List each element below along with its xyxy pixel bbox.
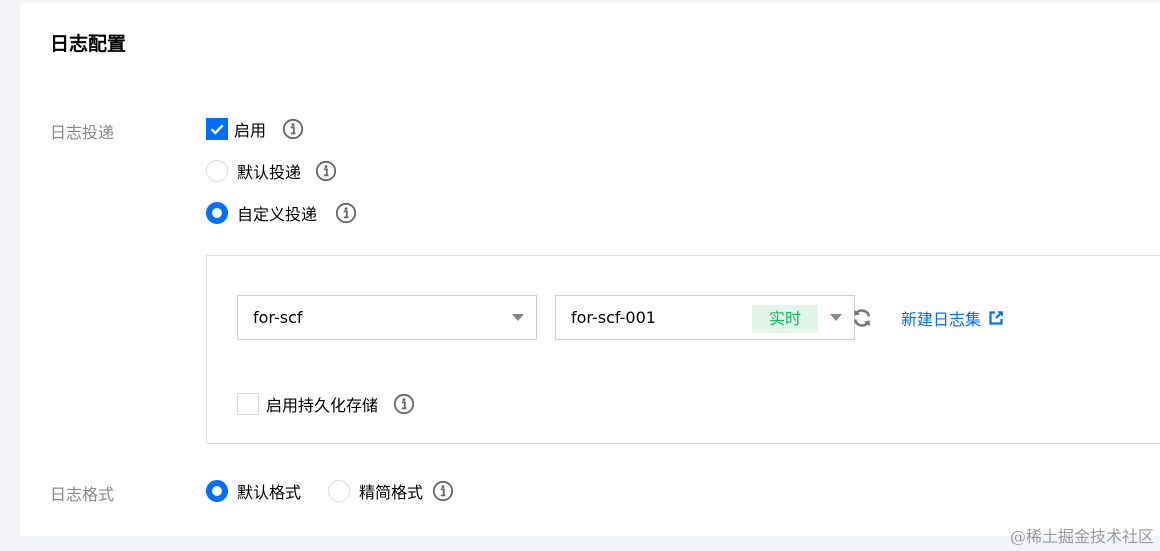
default-format-radio[interactable] bbox=[206, 480, 228, 502]
enable-delivery-checkbox[interactable] bbox=[206, 118, 228, 140]
refresh-icon[interactable] bbox=[850, 306, 874, 330]
info-icon[interactable] bbox=[282, 118, 304, 140]
realtime-tag: 实时 bbox=[751, 305, 818, 333]
create-logset-label: 新建日志集 bbox=[901, 310, 982, 329]
default-delivery-radio[interactable] bbox=[206, 160, 228, 182]
log-format-options: 默认格式 精简格式 bbox=[206, 479, 454, 503]
persistent-storage-option[interactable]: 启用持久化存储 bbox=[237, 392, 415, 416]
default-delivery-label: 默认投递 bbox=[237, 163, 302, 182]
topic-select-value: for-scf-001 bbox=[571, 308, 656, 327]
log-delivery-label: 日志投递 bbox=[50, 123, 115, 142]
info-icon[interactable] bbox=[315, 160, 337, 182]
simple-format-label[interactable]: 精简格式 bbox=[359, 479, 423, 503]
persistent-storage-checkbox[interactable] bbox=[237, 393, 259, 415]
default-format-label[interactable]: 默认格式 bbox=[237, 479, 301, 503]
chevron-down-icon bbox=[830, 313, 842, 321]
info-icon[interactable] bbox=[432, 480, 454, 502]
logset-select-value: for-scf bbox=[253, 308, 303, 327]
external-link-icon bbox=[988, 310, 1004, 326]
custom-delivery-box: for-scf for-scf-001 实时 新建日志集 启用持久化存储 bbox=[206, 255, 1160, 444]
custom-delivery-label: 自定义投递 bbox=[237, 205, 318, 224]
topic-select[interactable]: for-scf-001 实时 bbox=[555, 295, 855, 340]
watermark: @稀土掘金技术社区 bbox=[1009, 527, 1154, 546]
info-icon[interactable] bbox=[335, 202, 357, 224]
enable-delivery-option[interactable]: 启用 bbox=[206, 117, 304, 141]
section-title: 日志配置 bbox=[50, 33, 127, 55]
log-config-panel: 日志配置 日志投递 启用 默认投递 自定义投递 for-scf for-scf- bbox=[20, 3, 1160, 536]
default-delivery-option[interactable]: 默认投递 bbox=[206, 159, 337, 183]
chevron-down-icon bbox=[512, 313, 524, 321]
custom-delivery-radio[interactable] bbox=[206, 202, 228, 224]
simple-format-radio[interactable] bbox=[328, 480, 351, 502]
custom-delivery-option[interactable]: 自定义投递 bbox=[206, 201, 357, 225]
check-icon bbox=[210, 124, 224, 135]
create-logset-link[interactable]: 新建日志集 bbox=[901, 306, 1004, 330]
logset-select[interactable]: for-scf bbox=[237, 295, 537, 340]
persistent-storage-label: 启用持久化存储 bbox=[266, 396, 379, 415]
info-icon[interactable] bbox=[393, 393, 415, 415]
log-format-label: 日志格式 bbox=[50, 485, 115, 504]
enable-delivery-label: 启用 bbox=[234, 121, 267, 140]
